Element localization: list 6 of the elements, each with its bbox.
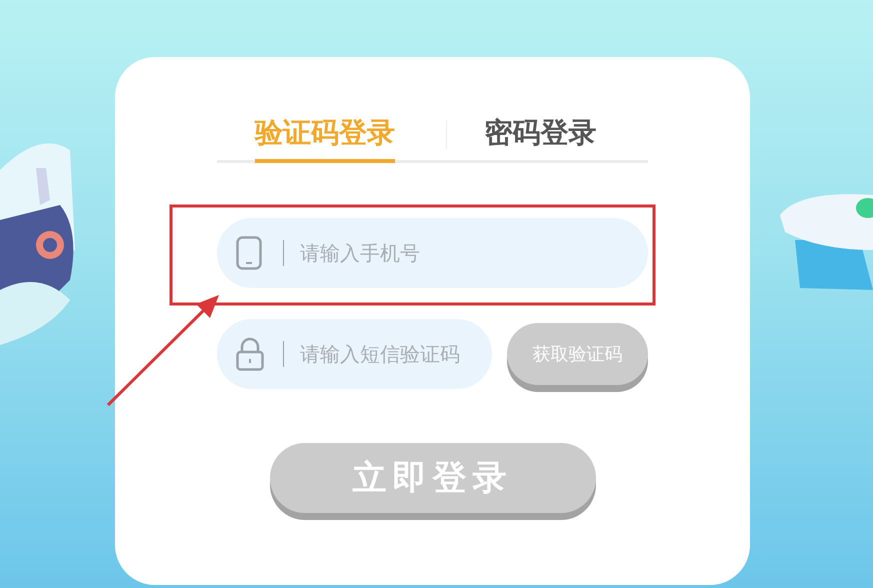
code-input-field[interactable]: 请输入短信验证码	[217, 319, 492, 390]
phone-icon	[236, 236, 262, 270]
phone-input-field[interactable]: 请输入手机号	[217, 218, 648, 288]
lock-icon	[236, 337, 264, 372]
login-tab[interactable]: 密码登录	[484, 115, 596, 164]
login-tab[interactable]: 验证码登录	[254, 115, 395, 164]
